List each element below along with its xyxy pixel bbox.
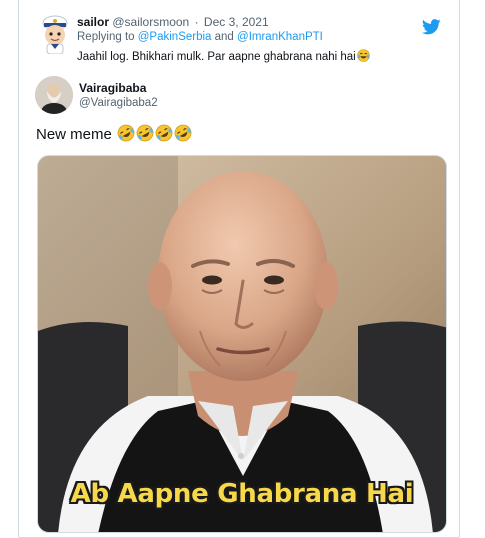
mention-joiner: and bbox=[214, 31, 234, 43]
rolling-on-floor-laughing-icon bbox=[136, 124, 154, 142]
rolling-on-floor-laughing-icon bbox=[174, 124, 192, 142]
reply-author-name[interactable]: sailor bbox=[77, 15, 109, 29]
mention-link-2[interactable]: @ImranKhanPTI bbox=[237, 31, 323, 43]
vairagibaba-avatar[interactable] bbox=[35, 76, 73, 114]
tweet-text: New meme bbox=[36, 124, 192, 143]
replying-to-line: Replying to @PakinSerbia and @ImranKhanP… bbox=[77, 31, 323, 43]
reply-tweet[interactable]: sailor @sailorsmoon · Dec 3, 2021 Replyi… bbox=[19, 6, 459, 76]
meme-caption: Ab Aapne Ghabrana Hai bbox=[70, 479, 414, 509]
reply-body: Jaahil log. Bhikhari mulk. Par aapne gha… bbox=[77, 51, 356, 63]
embedded-author[interactable]: Vairagibaba @Vairagibaba2 bbox=[35, 76, 335, 116]
mention-link-1[interactable]: @PakinSerbia bbox=[138, 31, 212, 43]
face-with-tears-of-joy-icon bbox=[356, 49, 370, 65]
reply-text: Jaahil log. Bhikhari mulk. Par aapne gha… bbox=[77, 49, 370, 65]
meme-photo bbox=[38, 156, 446, 532]
rolling-on-floor-laughing-icon bbox=[117, 124, 135, 142]
meta-separator: · bbox=[194, 15, 199, 29]
reply-author-handle[interactable]: @sailorsmoon bbox=[112, 15, 189, 29]
replying-prefix: Replying to bbox=[77, 31, 135, 43]
emoji-group bbox=[116, 124, 192, 143]
embedded-author-name[interactable]: Vairagibaba bbox=[79, 81, 146, 95]
rolling-on-floor-laughing-icon bbox=[155, 124, 173, 142]
meme-image[interactable]: Ab Aapne Ghabrana Hai bbox=[37, 155, 447, 533]
reply-meta: sailor @sailorsmoon · Dec 3, 2021 bbox=[77, 14, 269, 30]
twitter-bird-icon[interactable] bbox=[421, 19, 441, 35]
reply-date[interactable]: Dec 3, 2021 bbox=[204, 15, 269, 29]
tweet-card[interactable]: sailor @sailorsmoon · Dec 3, 2021 Replyi… bbox=[18, 0, 460, 538]
embedded-author-handle[interactable]: @Vairagibaba2 bbox=[79, 97, 158, 109]
sailor-avatar[interactable] bbox=[37, 14, 73, 55]
tweet-body: New meme bbox=[36, 126, 112, 143]
